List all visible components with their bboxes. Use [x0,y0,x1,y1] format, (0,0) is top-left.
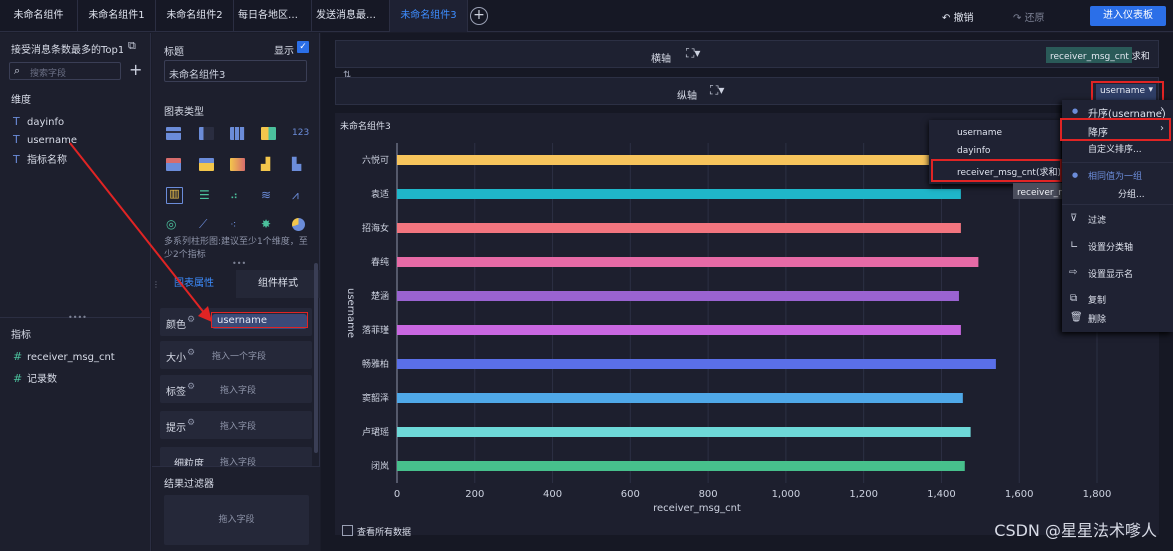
watermark: CSDN @星星法术嗲人 [994,521,1157,540]
annotation-arrow [69,142,212,322]
highlight-box [211,312,308,328]
